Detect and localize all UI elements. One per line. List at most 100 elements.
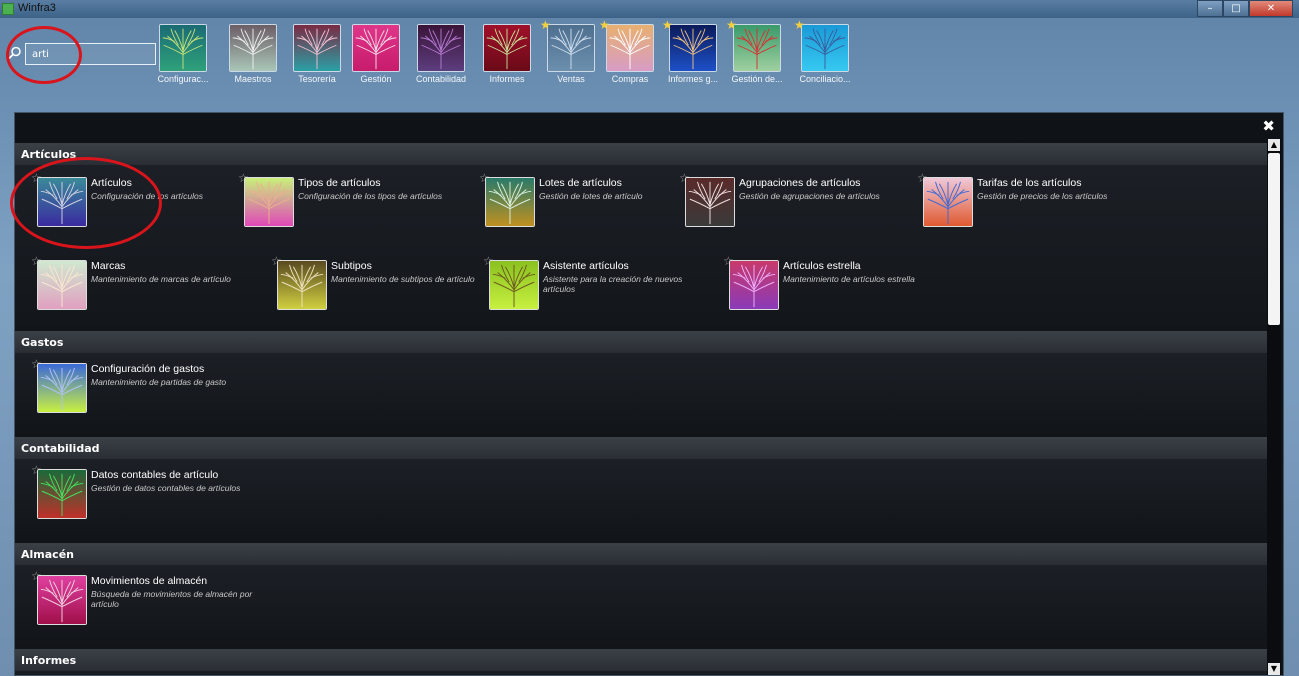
result-item[interactable]: ☆ Tipos de artículos Configuración de lo… [238,171,474,233]
module-6[interactable]: ★ Ventas [538,18,604,84]
maximize-button[interactable]: □ [1223,0,1249,17]
module-3[interactable]: Gestión [343,24,409,84]
annotation-circle [6,26,82,84]
item-description: Gestión de agrupaciones de artículos [739,191,880,201]
module-tile-icon[interactable] [159,24,207,72]
item-tree-icon[interactable] [489,260,539,310]
result-item[interactable]: ☆ Artículos estrella Mantenimiento de ar… [723,254,959,316]
item-tree-icon[interactable] [923,177,973,227]
module-tile-icon[interactable] [352,24,400,72]
item-title[interactable]: Tarifas de los artículos [977,177,1081,189]
item-description: Gestión de precios de los artículos [977,191,1108,201]
item-description: Gestión de datos contables de artículos [91,483,241,493]
result-item[interactable]: ☆ Configuración de gastos Mantenimiento … [31,357,267,419]
module-tile-icon[interactable] [547,24,595,72]
item-tree-icon[interactable] [37,575,87,625]
scroll-down-button[interactable]: ▼ [1268,663,1280,675]
module-label: Compras [611,74,649,84]
module-tile-icon[interactable] [733,24,781,72]
section-header: Artículos [15,143,1267,165]
module-2[interactable]: Tesorería [284,24,350,84]
item-title[interactable]: Movimientos de almacén [91,575,207,587]
module-label: Gestión de... [731,74,783,84]
section-header: Gastos [15,331,1267,353]
scrollbar[interactable]: ▲ ▼ [1267,139,1281,675]
item-tree-icon[interactable] [685,177,735,227]
item-tree-icon[interactable] [37,260,87,310]
item-description: Mantenimiento de marcas de artículo [91,274,231,284]
module-0[interactable]: Configurac... [150,24,216,84]
module-tile-icon[interactable] [229,24,277,72]
result-item[interactable]: ☆ Agrupaciones de artículos Gestión de a… [679,171,915,233]
section-header: Almacén [15,543,1267,565]
section-body [15,671,1267,675]
item-tree-icon[interactable] [485,177,535,227]
module-tile-icon[interactable] [417,24,465,72]
item-title[interactable]: Configuración de gastos [91,363,204,375]
section-header: Informes [15,649,1267,671]
module-label: Ventas [557,74,585,84]
item-title[interactable]: Agrupaciones de artículos [739,177,860,189]
item-tree-icon[interactable] [37,363,87,413]
item-description: Configuración de los tipos de artículos [298,191,443,201]
window-controls: – □ ✕ [1197,0,1293,17]
item-description: Gestión de lotes de artículo [539,191,643,201]
module-8[interactable]: ★ Informes g... [660,18,726,84]
favorite-star-icon[interactable]: ★ [662,18,673,32]
item-tree-icon[interactable] [729,260,779,310]
module-label: Informes [489,74,525,84]
item-title[interactable]: Datos contables de artículo [91,469,218,481]
module-tile-icon[interactable] [483,24,531,72]
module-label: Maestros [234,74,272,84]
scroll-thumb[interactable] [1268,153,1280,325]
module-tile-icon[interactable] [606,24,654,72]
item-tree-icon[interactable] [277,260,327,310]
module-label: Configurac... [157,74,209,84]
minimize-button[interactable]: – [1197,0,1223,17]
close-button[interactable]: ✕ [1249,0,1293,17]
module-5[interactable]: Informes [474,24,540,84]
window-titlebar: Winfra3 – □ ✕ [0,0,1299,18]
result-item[interactable]: ☆ Lotes de artículos Gestión de lotes de… [479,171,715,233]
item-title[interactable]: Marcas [91,260,125,272]
item-title[interactable]: Asistente artículos [543,260,629,272]
window-title: Winfra3 [18,2,56,14]
module-1[interactable]: Maestros [220,24,286,84]
item-description: Mantenimiento de artículos estrella [783,274,915,284]
item-tree-icon[interactable] [244,177,294,227]
search-results-panel: ✖ ▲ ▼ Artículos ☆ Artículos Configuración… [14,112,1284,676]
scroll-up-button[interactable]: ▲ [1268,139,1280,151]
favorite-star-icon[interactable]: ★ [599,18,610,32]
module-7[interactable]: ★ Compras [597,18,663,84]
item-tree-icon[interactable] [37,469,87,519]
result-item[interactable]: ☆ Asistente artículos Asistente para la … [483,254,719,316]
result-item[interactable]: ☆ Movimientos de almacén Búsqueda de mov… [31,569,267,631]
result-item[interactable]: ☆ Marcas Mantenimiento de marcas de artí… [31,254,267,316]
item-description: Mantenimiento de subtipos de artículo [331,274,475,284]
module-label: Gestión [360,74,392,84]
close-panel-icon[interactable]: ✖ [1262,117,1275,135]
item-description: Asistente para la creación de nuevos art… [543,274,683,294]
item-title[interactable]: Tipos de artículos [298,177,380,189]
favorite-star-icon[interactable]: ★ [726,18,737,32]
favorite-star-icon[interactable]: ★ [540,18,551,32]
module-label: Contabilidad [415,74,467,84]
module-10[interactable]: ★ Conciliacio... [792,18,858,84]
module-tile-icon[interactable] [293,24,341,72]
section-header: Contabilidad [15,437,1267,459]
result-item[interactable]: ☆ Datos contables de artículo Gestión de… [31,463,267,525]
app-icon [2,3,14,15]
module-9[interactable]: ★ Gestión de... [724,18,790,84]
module-4[interactable]: Contabilidad [408,24,474,84]
module-label: Tesorería [298,74,336,84]
item-title[interactable]: Artículos estrella [783,260,861,272]
result-item[interactable]: ☆ Subtipos Mantenimiento de subtipos de … [271,254,507,316]
module-tile-icon[interactable] [801,24,849,72]
module-tile-icon[interactable] [669,24,717,72]
result-item[interactable]: ☆ Tarifas de los artículos Gestión de pr… [917,171,1153,233]
annotation-circle [10,157,162,249]
favorite-star-icon[interactable]: ★ [794,18,805,32]
item-title[interactable]: Lotes de artículos [539,177,622,189]
module-label: Informes g... [667,74,719,84]
item-title[interactable]: Subtipos [331,260,372,272]
